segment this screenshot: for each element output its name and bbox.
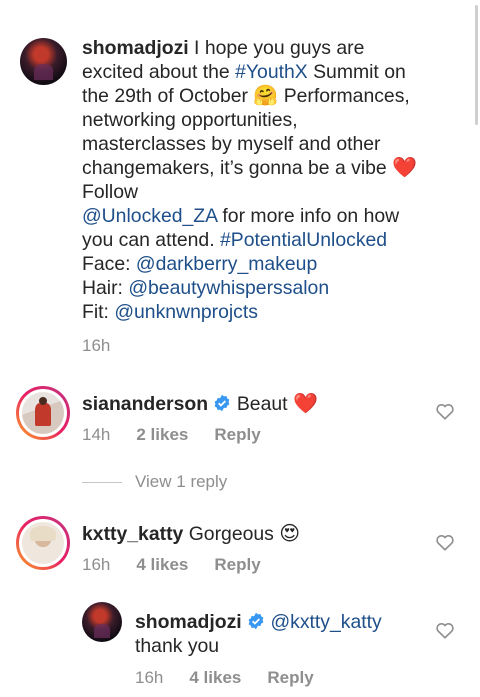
- comment-meta: 16h 4 likes Reply: [82, 555, 261, 575]
- comment-username[interactable]: siananderson: [82, 393, 208, 415]
- comment-text: siananderson Beaut ❤️: [82, 392, 318, 416]
- heart-outline-icon[interactable]: [435, 533, 455, 551]
- reply-body: thank you: [135, 635, 220, 657]
- mention-kxtty-katty[interactable]: @kxtty_katty: [270, 611, 381, 633]
- heart-outline-icon[interactable]: [435, 621, 455, 639]
- hugging-emoji-icon: 🤗: [253, 85, 279, 107]
- reply-button[interactable]: Reply: [214, 555, 260, 575]
- comment-body: Gorgeous: [188, 523, 274, 545]
- caption-username[interactable]: shomadjozi: [82, 37, 189, 59]
- comment-username[interactable]: kxtty_katty: [82, 523, 183, 545]
- hashtag-potentialunlocked[interactable]: #PotentialUnlocked: [220, 229, 387, 251]
- reply-likes[interactable]: 4 likes: [189, 668, 241, 688]
- reply-meta: 16h 4 likes Reply: [135, 668, 314, 688]
- reply-text: shomadjozi @kxtty_katty thank you: [135, 610, 435, 658]
- reply-timestamp: 16h: [135, 668, 164, 687]
- comment-text: kxtty_katty Gorgeous 😍: [82, 522, 300, 546]
- comment-body: Beaut: [236, 393, 288, 415]
- avatar-shomadjozi[interactable]: [82, 602, 122, 642]
- comment-timestamp: 14h: [82, 425, 111, 444]
- comment-meta: 14h 2 likes Reply: [82, 425, 261, 445]
- comment-timestamp: 16h: [82, 555, 111, 574]
- verified-badge-icon: [215, 394, 230, 412]
- heart-outline-icon[interactable]: [435, 402, 455, 420]
- reply-button[interactable]: Reply: [267, 668, 313, 688]
- avatar-kxtty-katty[interactable]: [16, 516, 70, 570]
- post-caption: shomadjozi I hope you guys are excited a…: [0, 0, 480, 368]
- avatar-siananderson[interactable]: [16, 386, 70, 440]
- caption-timestamp: 16h: [82, 336, 111, 355]
- mention-darkberry-makeup[interactable]: @darkberry_makeup: [136, 253, 317, 275]
- caption-text: shomadjozi I hope you guys are excited a…: [82, 37, 417, 323]
- mention-unknwnprojcts[interactable]: @unknwnprojcts: [114, 301, 258, 323]
- view-replies-button[interactable]: View 1 reply: [135, 472, 227, 492]
- avatar-shomadjozi[interactable]: [20, 38, 67, 85]
- mention-unlocked-za[interactable]: @Unlocked_ZA: [82, 205, 217, 227]
- view-replies-line: [82, 482, 122, 483]
- red-heart-emoji-icon: ❤️: [292, 393, 318, 415]
- reply-button[interactable]: Reply: [214, 425, 260, 445]
- reply-username[interactable]: shomadjozi: [135, 611, 242, 633]
- red-heart-emoji-icon: ❤️: [392, 157, 417, 179]
- comment-likes[interactable]: 2 likes: [136, 425, 188, 445]
- caption-meta: 16h: [82, 336, 110, 356]
- comment-likes[interactable]: 4 likes: [136, 555, 188, 575]
- heart-eyes-emoji-icon: 😍: [279, 523, 301, 545]
- hashtag-youthx[interactable]: #YouthX: [235, 61, 308, 83]
- verified-badge-icon: [248, 612, 264, 630]
- mention-beautywhisperssalon[interactable]: @beautywhisperssalon: [128, 277, 329, 299]
